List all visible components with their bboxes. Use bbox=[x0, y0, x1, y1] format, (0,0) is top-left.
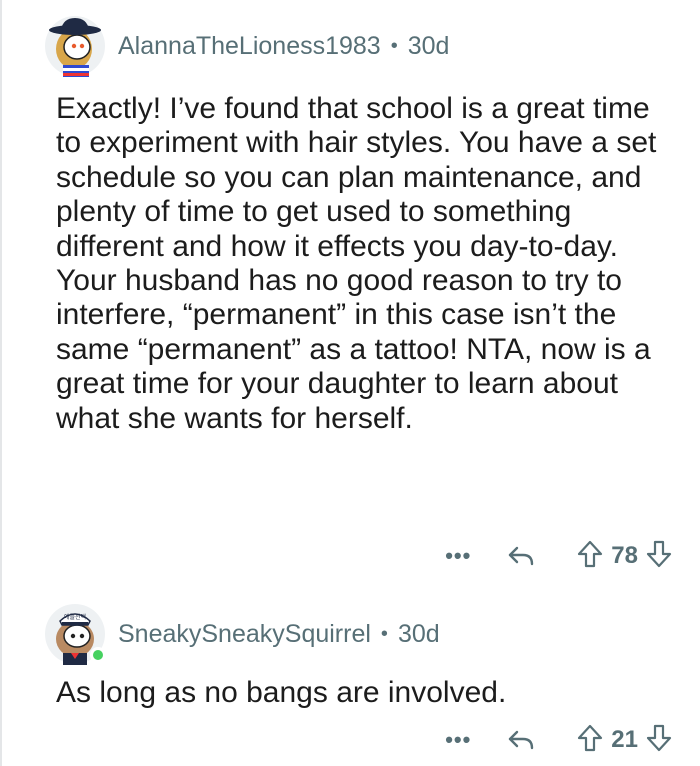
reply-icon[interactable] bbox=[507, 544, 537, 568]
downvote-icon[interactable] bbox=[646, 724, 672, 757]
comment-header: 애플선택 SneakySneakySquirrel • 30d bbox=[44, 602, 440, 666]
comment-actions: ••• 78 bbox=[445, 538, 672, 574]
meta-separator: • bbox=[390, 34, 398, 57]
thread-line bbox=[0, 0, 2, 766]
meta-separator: • bbox=[380, 622, 388, 645]
reply-icon[interactable] bbox=[507, 728, 537, 752]
comment-age: 30d bbox=[407, 31, 450, 60]
vote-count: 78 bbox=[611, 542, 638, 569]
comment-body: As long as no bangs are involved. bbox=[56, 676, 507, 709]
avatar-cap-text: 애플선택 bbox=[64, 613, 86, 621]
comment-meta: SneakySneakySquirrel • 30d bbox=[118, 620, 440, 649]
comment-body: Exactly! I’ve found that school is a gre… bbox=[56, 92, 657, 435]
username[interactable]: SneakySneakySquirrel bbox=[118, 620, 371, 649]
online-status-indicator bbox=[90, 647, 106, 663]
vote-control: 21 bbox=[577, 724, 672, 757]
upvote-icon[interactable] bbox=[577, 540, 603, 573]
downvote-icon[interactable] bbox=[646, 540, 672, 573]
comment-header: AlannaTheLioness1983 • 30d bbox=[44, 14, 449, 78]
upvote-icon[interactable] bbox=[577, 724, 603, 757]
comment-age: 30d bbox=[397, 619, 440, 648]
more-options-button[interactable]: ••• bbox=[445, 727, 471, 753]
snoo-avatar-sailor-cap-icon[interactable]: 애플선택 bbox=[44, 603, 106, 665]
comment-meta: AlannaTheLioness1983 • 30d bbox=[118, 32, 449, 61]
snoo-avatar-cowboy-hat-icon[interactable] bbox=[44, 15, 106, 77]
more-options-button[interactable]: ••• bbox=[445, 543, 471, 569]
vote-count: 21 bbox=[611, 726, 638, 753]
vote-control: 78 bbox=[577, 540, 672, 573]
username[interactable]: AlannaTheLioness1983 bbox=[118, 32, 381, 61]
comment-actions: ••• 21 bbox=[445, 722, 672, 758]
